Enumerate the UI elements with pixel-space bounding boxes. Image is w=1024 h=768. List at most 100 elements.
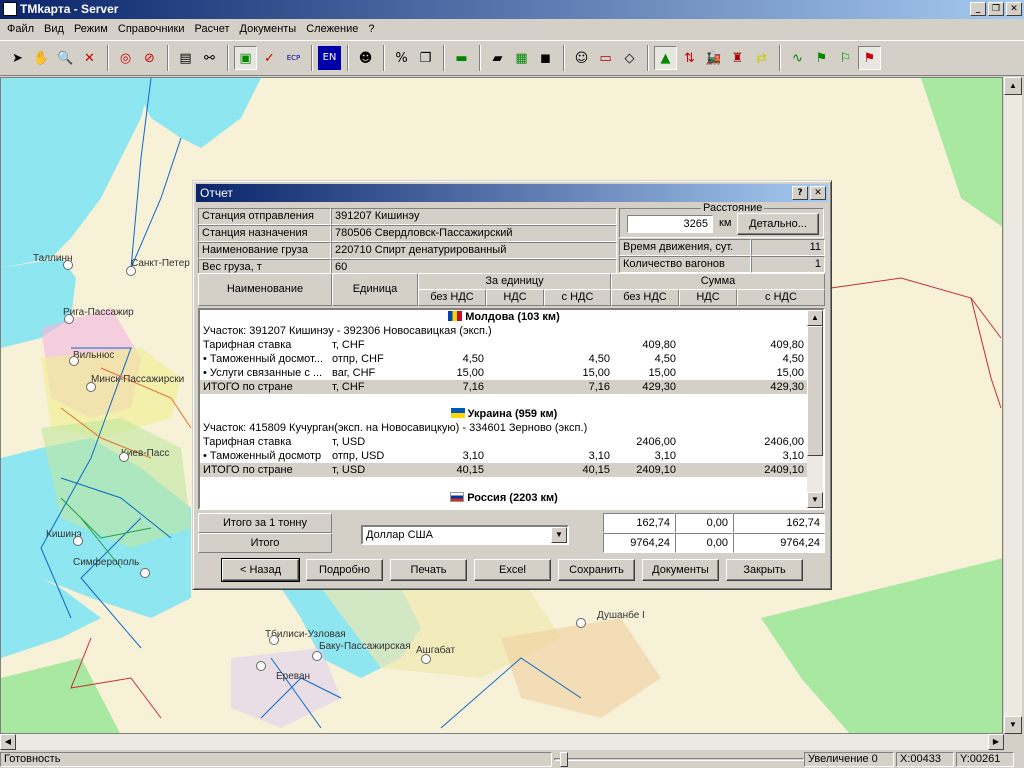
close-dialog-button[interactable]: Закрыть <box>726 559 803 581</box>
chart-icon[interactable]: ∿ <box>786 46 809 70</box>
country-header: Молдова (103 км) <box>200 310 808 324</box>
check-route-icon[interactable]: ✓ <box>258 46 281 70</box>
language-icon[interactable]: EN <box>318 46 341 70</box>
excel-button[interactable]: Excel <box>474 559 551 581</box>
station-marker[interactable] <box>63 260 73 270</box>
locomotive-icon[interactable]: 🚂 <box>702 46 725 70</box>
travel-time-value: 11 <box>751 239 825 256</box>
close-x-icon[interactable]: ✕ <box>78 46 101 70</box>
table-row[interactable]: Тарифная ставка т, USD 2406,00 2406,00 <box>200 435 808 449</box>
save-button[interactable]: Сохранить <box>558 559 635 581</box>
station-marker[interactable] <box>269 635 279 645</box>
menu-help[interactable]: ? <box>363 23 379 35</box>
status-bar: Готовность Увеличение 0 X:00433 Y:00261 <box>0 751 1024 768</box>
pyramid-icon[interactable]: ▲ <box>654 46 677 70</box>
zoom-icon[interactable]: 🔍 <box>54 46 77 70</box>
books-icon[interactable]: ▦ <box>510 46 533 70</box>
menu-mode[interactable]: Режим <box>69 23 113 35</box>
map-vertical-scrollbar[interactable]: ▲ ▼ <box>1004 77 1022 734</box>
people-icon[interactable]: ☺ <box>570 46 593 70</box>
column-header-name: Наименование <box>198 273 332 306</box>
help-button[interactable]: ? <box>792 186 808 200</box>
details-button[interactable]: Подробно <box>306 559 383 581</box>
station-marker[interactable] <box>312 651 322 661</box>
chevron-down-icon[interactable]: ▼ <box>551 527 567 543</box>
total-vat: 0,00 <box>675 533 733 553</box>
table-row[interactable]: • Услуги связанные с ... ваг, CHF 15,00 … <box>200 366 808 380</box>
ecp-route-icon[interactable]: ECP <box>282 46 305 70</box>
column-header-vat: НДС <box>486 289 544 306</box>
dialog-close-button[interactable]: ✕ <box>810 186 826 200</box>
total-label: Итого <box>198 533 332 553</box>
station-marker[interactable] <box>256 661 266 671</box>
table-row[interactable]: • Таможенный досмотр отпр, USD 3,10 3,10… <box>200 449 808 463</box>
percent-icon[interactable]: % <box>390 46 413 70</box>
country-total-row[interactable]: ИТОГО по стране т, CHF 7,16 7,16 429,30 … <box>200 380 808 394</box>
menu-view[interactable]: Вид <box>39 23 69 35</box>
app-icon <box>3 2 17 16</box>
target-icon[interactable]: ◎ <box>114 46 137 70</box>
document-icon[interactable]: ◇ <box>618 46 641 70</box>
station-marker[interactable] <box>64 314 74 324</box>
updown-icon[interactable]: ⇅ <box>678 46 701 70</box>
documents-button[interactable]: Документы <box>642 559 719 581</box>
country-header: Россия (2203 км) <box>200 491 808 505</box>
station-marker[interactable] <box>126 266 136 276</box>
menu-documents[interactable]: Документы <box>235 23 302 35</box>
tower-icon[interactable]: ♜ <box>726 46 749 70</box>
scroll-down-arrow-icon[interactable]: ▼ <box>807 492 823 508</box>
money-icon[interactable]: ▬ <box>450 46 473 70</box>
close-button[interactable]: ✕ <box>1006 2 1022 16</box>
minimize-button[interactable]: _ <box>970 2 986 16</box>
compass-icon[interactable]: ⊘ <box>138 46 161 70</box>
station-marker[interactable] <box>119 452 129 462</box>
column-header-sum-with-vat: с НДС <box>737 289 825 306</box>
distance-detail-button[interactable]: Детально... <box>737 213 819 235</box>
route-flag3-icon[interactable]: ⚑ <box>858 46 881 70</box>
scroll-up-arrow-icon[interactable]: ▲ <box>807 310 823 326</box>
distance-unit: км <box>719 217 732 229</box>
menu-references[interactable]: Справочники <box>113 23 190 35</box>
agent-icon[interactable]: ☻ <box>354 46 377 70</box>
binoculars-icon[interactable]: ⚯ <box>198 46 221 70</box>
properties-icon[interactable]: ▤ <box>174 46 197 70</box>
route-flag2-icon[interactable]: ⚐ <box>834 46 857 70</box>
map-horizontal-scrollbar[interactable]: ◀ ▶ <box>0 734 1004 750</box>
hand-icon[interactable]: ✋ <box>30 46 53 70</box>
table-row[interactable]: Тарифная ставка т, CHF 409,80 409,80 <box>200 338 808 352</box>
exchange-icon[interactable]: ⇄ <box>750 46 773 70</box>
zoom-slider[interactable] <box>554 752 804 767</box>
scroll-down-arrow-icon[interactable]: ▼ <box>1004 716 1022 734</box>
station-marker[interactable] <box>140 568 150 578</box>
scroll-right-arrow-icon[interactable]: ▶ <box>988 734 1004 750</box>
menu-calculation[interactable]: Расчет <box>190 23 235 35</box>
station-marker[interactable] <box>576 618 586 628</box>
station-marker[interactable] <box>69 356 79 366</box>
report-scroll-thumb[interactable] <box>807 326 823 456</box>
scroll-left-arrow-icon[interactable]: ◀ <box>0 734 16 750</box>
route-flag-icon[interactable]: ⚑ <box>810 46 833 70</box>
info-label: Станция назначения <box>198 225 331 242</box>
column-header-sum: Сумма <box>611 273 825 290</box>
back-button[interactable]: < Назад <box>221 558 300 582</box>
arrow-icon[interactable]: ➤ <box>6 46 29 70</box>
station-marker[interactable] <box>86 382 96 392</box>
table-row[interactable]: • Таможенный досмот... отпр, CHF 4,50 4,… <box>200 352 808 366</box>
book-icon[interactable]: ▰ <box>486 46 509 70</box>
zoom-slider-thumb[interactable] <box>560 752 568 767</box>
menu-file[interactable]: Файл <box>2 23 39 35</box>
menu-tracking[interactable]: Слежение <box>301 23 363 35</box>
report-scrollbar[interactable]: ▲ ▼ <box>807 310 823 508</box>
scroll-up-arrow-icon[interactable]: ▲ <box>1004 77 1022 95</box>
currency-select[interactable]: Доллар США ▼ <box>361 525 569 545</box>
wagon-icon[interactable]: ▭ <box>594 46 617 70</box>
box-icon[interactable]: ◼ <box>534 46 557 70</box>
print-button[interactable]: Печать <box>390 559 467 581</box>
route-icon[interactable]: ▣ <box>234 46 257 70</box>
report-grid[interactable]: Молдова (103 км) Участок: 391207 Кишинэу… <box>198 308 825 510</box>
restore-button[interactable]: ❐ <box>988 2 1004 16</box>
station-marker[interactable] <box>421 654 431 664</box>
country-total-row[interactable]: ИТОГО по стране т, USD 40,15 40,15 2409,… <box>200 463 808 477</box>
station-marker[interactable] <box>73 536 83 546</box>
copy-icon[interactable]: ❐ <box>414 46 437 70</box>
